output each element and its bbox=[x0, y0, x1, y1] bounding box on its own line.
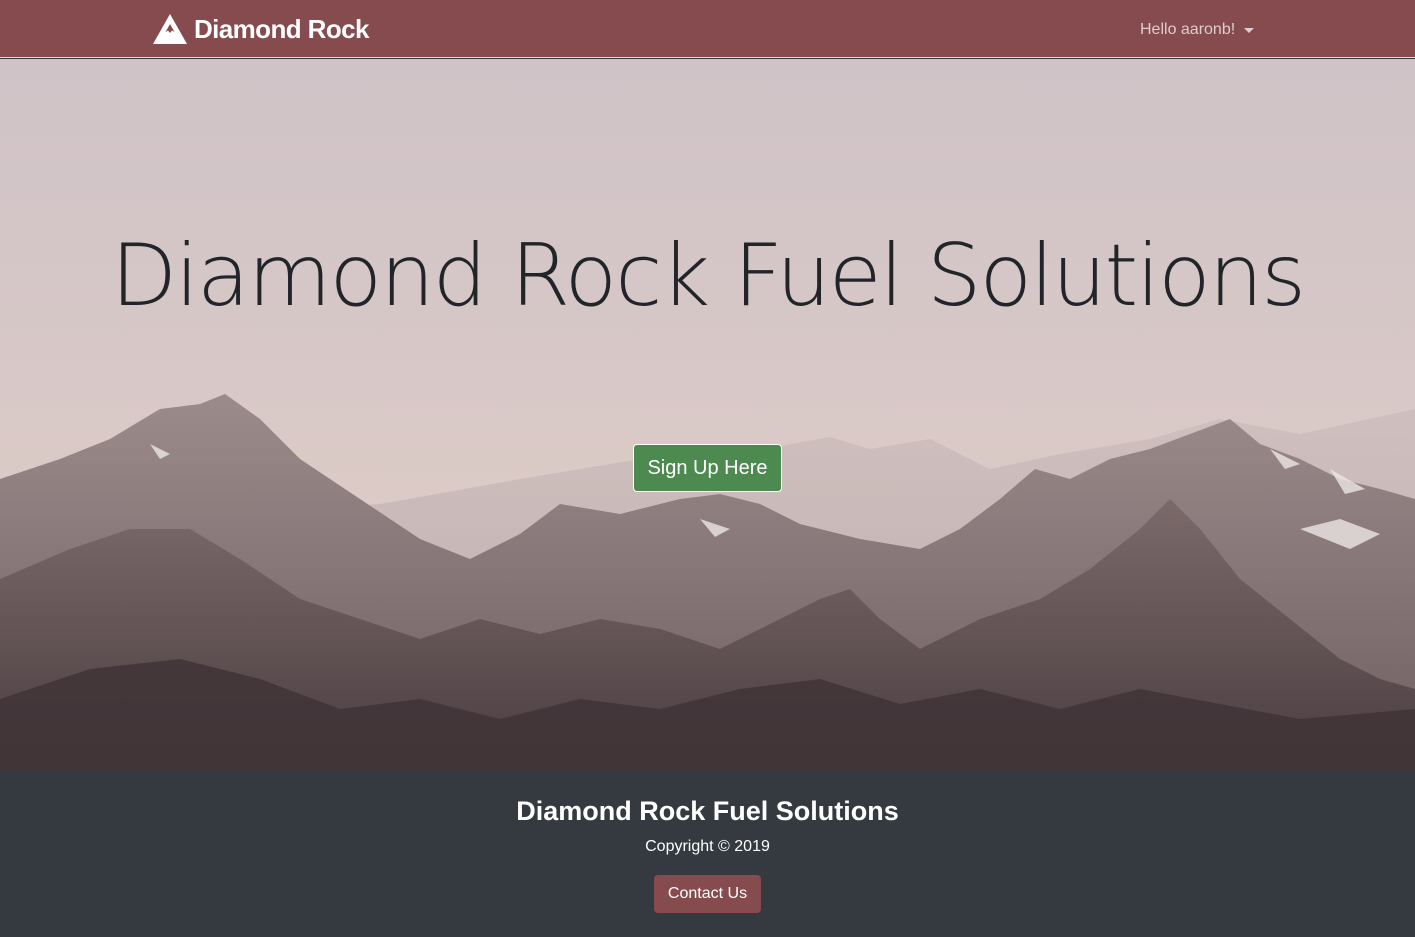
contact-us-button[interactable]: Contact Us bbox=[654, 875, 761, 913]
hero-section: Diamond Rock Fuel Solutions Sign Up Here bbox=[0, 59, 1415, 770]
footer-title: Diamond Rock Fuel Solutions bbox=[516, 796, 899, 826]
user-menu-dropdown[interactable]: Hello aaronb! bbox=[1140, 18, 1255, 42]
mountain-icon bbox=[153, 14, 187, 44]
copyright-text: Copyright © 2019 bbox=[645, 838, 770, 855]
brand-link[interactable]: Diamond Rock bbox=[152, 12, 369, 46]
mountain-background-image bbox=[0, 394, 1415, 770]
chevron-down-icon bbox=[1244, 28, 1255, 33]
footer: Diamond Rock Fuel Solutions Copyright © … bbox=[0, 770, 1415, 937]
sign-up-button[interactable]: Sign Up Here bbox=[633, 444, 782, 492]
brand-name: Diamond Rock bbox=[194, 14, 369, 44]
top-navbar: Diamond Rock Hello aaronb! bbox=[0, 0, 1415, 58]
user-greeting: Hello aaronb! bbox=[1140, 21, 1236, 38]
hero-title: Diamond Rock Fuel Solutions bbox=[110, 226, 1306, 326]
